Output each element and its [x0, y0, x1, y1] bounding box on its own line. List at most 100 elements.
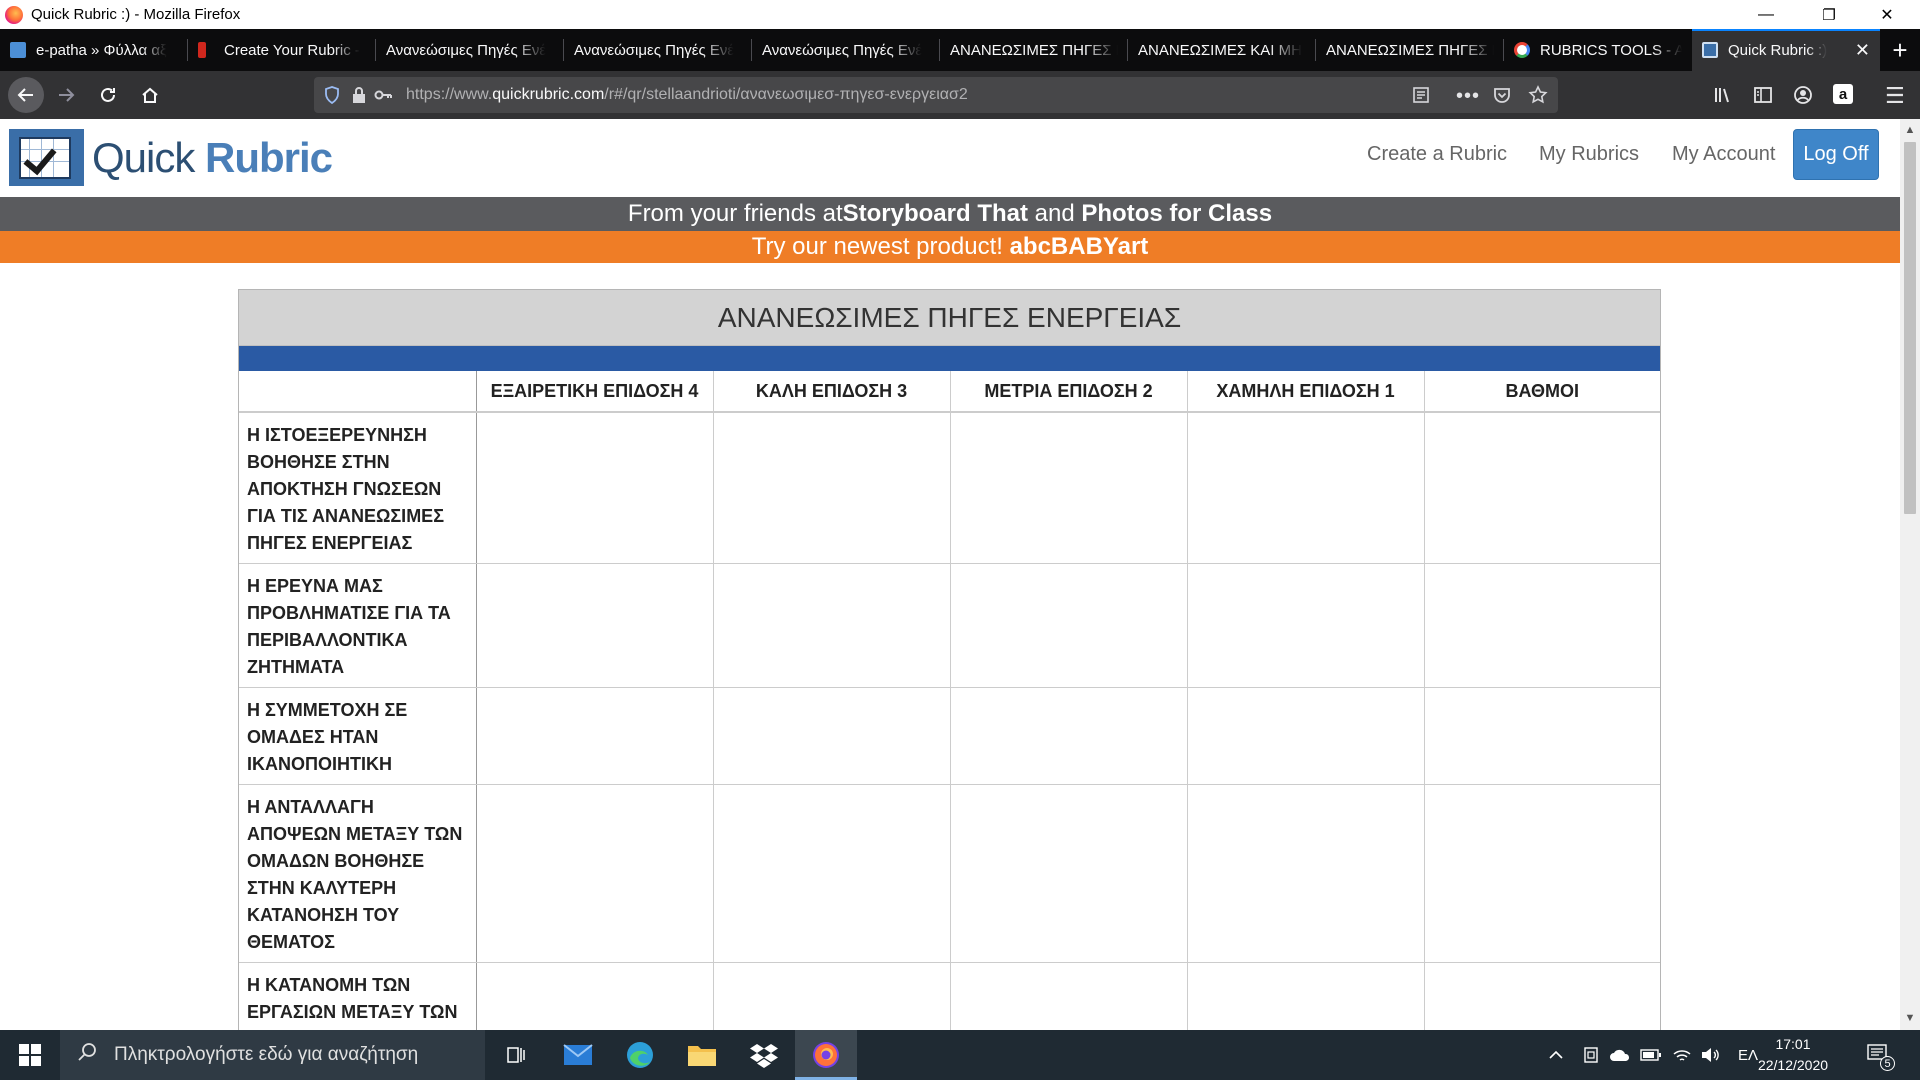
tab[interactable]: ΑΝΑΝΕΩΣΙΜΕΣ ΠΗΓΕΣ Ε: [1316, 29, 1504, 71]
rubric-cell[interactable]: [713, 962, 951, 1030]
action-center-button[interactable]: 5: [1866, 1030, 1895, 1080]
account-icon[interactable]: [1793, 85, 1813, 105]
tab[interactable]: Ανανεώσιμες Πηγές Ενέ: [376, 29, 564, 71]
taskbar-clock[interactable]: 17:01 22/12/2020: [1748, 1034, 1838, 1076]
rubric-cell[interactable]: [1187, 563, 1425, 688]
sidebar-icon[interactable]: [1753, 85, 1773, 105]
firefox-app-button[interactable]: [795, 1030, 857, 1080]
volume-icon[interactable]: [1700, 1030, 1720, 1080]
new-tab-button[interactable]: +: [1880, 29, 1920, 71]
forward-button[interactable]: [48, 77, 84, 113]
rubric-cell[interactable]: [476, 687, 714, 785]
permissions-key-icon[interactable]: [374, 89, 392, 101]
quick-rubric-logo[interactable]: Quick Rubric: [9, 129, 333, 186]
tracking-protection-shield-icon[interactable]: [324, 86, 340, 104]
reader-view-icon[interactable]: [1412, 86, 1430, 104]
close-tab-icon[interactable]: ✕: [1849, 40, 1870, 61]
tab-active[interactable]: Quick Rubric :) ✕: [1692, 29, 1880, 71]
taskbar-search-box[interactable]: Πληκτρολογήστε εδώ για αναζήτηση: [60, 1030, 485, 1080]
rubric-cell[interactable]: [1187, 412, 1425, 564]
tab[interactable]: ΑΝΑΝΕΩΣΙΜΕΣ ΠΗΓΕΣ Ε: [940, 29, 1128, 71]
window-titlebar: Quick Rubric :) - Mozilla Firefox — ❐ ✕: [0, 0, 1920, 29]
restore-button[interactable]: ❐: [1806, 0, 1852, 29]
tab-label: Create Your Rubric -: [224, 41, 360, 59]
dropbox-app-button[interactable]: [733, 1030, 795, 1080]
mail-app-button[interactable]: [547, 1030, 609, 1080]
tab-label: e-patha » Φύλλα αξ: [36, 41, 167, 59]
lock-icon[interactable]: [352, 87, 366, 103]
scroll-down-arrow-icon[interactable]: ▼: [1900, 1009, 1920, 1027]
nav-my-account[interactable]: My Account: [1672, 143, 1775, 166]
folder-icon: [688, 1046, 716, 1066]
rubric-grade-cell[interactable]: [1424, 563, 1660, 688]
promo-banner-friends[interactable]: From your friends at Storyboard That and…: [0, 197, 1900, 231]
site-header: Quick Rubric Create a Rubric My Rubrics …: [0, 119, 1900, 197]
tab[interactable]: Ανανεώσιμες Πηγές Ενέ: [752, 29, 940, 71]
promo-storyboard-that[interactable]: Storyboard That: [843, 200, 1028, 228]
show-hidden-icons-chevron-icon[interactable]: [1548, 1030, 1564, 1080]
promo-abcbabyart[interactable]: abcBABYart: [1010, 233, 1149, 261]
tab[interactable]: ΑΝΑΝΕΩΣΙΜΕΣ ΚΑΙ ΜΗ: [1128, 29, 1316, 71]
tab[interactable]: Ανανεώσιμες Πηγές Ενέ: [564, 29, 752, 71]
rubric-cell[interactable]: [713, 412, 951, 564]
wifi-icon[interactable]: [1672, 1030, 1692, 1080]
logo-quick-text: Quick: [92, 133, 195, 181]
nav-my-rubrics[interactable]: My Rubrics: [1539, 143, 1639, 166]
rubric-cell[interactable]: [476, 563, 714, 688]
log-off-button[interactable]: Log Off: [1793, 129, 1879, 180]
rubric-cell[interactable]: [713, 784, 951, 963]
edge-app-button[interactable]: [609, 1030, 671, 1080]
back-button[interactable]: [8, 77, 44, 113]
page-scrollbar[interactable]: ▲ ▼: [1900, 119, 1920, 1030]
scrollbar-thumb[interactable]: [1904, 142, 1916, 514]
scroll-up-arrow-icon[interactable]: ▲: [1900, 121, 1920, 139]
tab[interactable]: RUBRICS TOOLS - A: [1504, 29, 1692, 71]
rubric-cell[interactable]: [950, 784, 1188, 963]
rubric-cell[interactable]: [950, 962, 1188, 1030]
promo-photos-for-class[interactable]: Photos for Class: [1081, 200, 1272, 228]
start-button[interactable]: [0, 1030, 60, 1080]
rubric-grade-cell[interactable]: [1424, 687, 1660, 785]
device-tray-icon[interactable]: [1582, 1030, 1600, 1080]
rubric-cell[interactable]: [713, 687, 951, 785]
library-icon[interactable]: [1713, 85, 1733, 105]
rubric-cell[interactable]: [950, 687, 1188, 785]
rubric-cell[interactable]: [1187, 962, 1425, 1030]
rubric-cell[interactable]: [476, 412, 714, 564]
onedrive-cloud-icon[interactable]: [1609, 1030, 1631, 1080]
rubric-cell[interactable]: [1187, 784, 1425, 963]
tab[interactable]: Create Your Rubric -: [188, 29, 376, 71]
bookmark-star-icon[interactable]: [1528, 85, 1548, 105]
tab[interactable]: e-patha » Φύλλα αξ: [0, 29, 188, 71]
search-icon: [60, 1042, 114, 1068]
url-bar[interactable]: https://www.quickrubric.com/r#/qr/stella…: [314, 77, 1558, 113]
rubric-cell[interactable]: [713, 563, 951, 688]
navigation-toolbar: https://www.quickrubric.com/r#/qr/stella…: [0, 71, 1920, 119]
hamburger-menu-icon[interactable]: ☰: [1885, 83, 1905, 109]
close-window-button[interactable]: ✕: [1864, 0, 1910, 29]
amazon-extension-icon[interactable]: a: [1833, 84, 1853, 104]
home-button[interactable]: [132, 77, 168, 113]
task-view-button[interactable]: [485, 1030, 547, 1080]
rubric-grade-cell[interactable]: [1424, 962, 1660, 1030]
rubric-cell[interactable]: [1187, 687, 1425, 785]
rubric-grade-cell[interactable]: [1424, 784, 1660, 963]
rubric-cell[interactable]: [476, 962, 714, 1030]
tab-label: Ανανεώσιμες Πηγές Ενέ: [574, 41, 735, 59]
page-actions-icon[interactable]: •••: [1456, 85, 1480, 108]
mail-icon: [563, 1044, 593, 1065]
nav-create-a-rubric[interactable]: Create a Rubric: [1367, 143, 1507, 166]
rubric-cell[interactable]: [950, 563, 1188, 688]
rubric-criterion: Η ΚΑΤΑΝΟΜΗ ΤΩΝ ΕΡΓΑΣΙΩΝ ΜΕΤΑΞΥ ΤΩΝ ΜΕΛΩΝ…: [239, 962, 477, 1030]
pocket-icon[interactable]: [1492, 85, 1512, 105]
forward-arrow-icon: [59, 88, 75, 102]
battery-icon[interactable]: [1640, 1030, 1662, 1080]
url-text[interactable]: https://www.quickrubric.com/r#/qr/stella…: [406, 86, 968, 104]
rubric-cell[interactable]: [476, 784, 714, 963]
rubric-grade-cell[interactable]: [1424, 412, 1660, 564]
rubric-cell[interactable]: [950, 412, 1188, 564]
promo-banner-newest-product[interactable]: Try our newest product! abcBABYart: [0, 231, 1900, 263]
minimize-button[interactable]: —: [1743, 0, 1789, 29]
reload-button[interactable]: [90, 77, 126, 113]
file-explorer-button[interactable]: [671, 1030, 733, 1080]
